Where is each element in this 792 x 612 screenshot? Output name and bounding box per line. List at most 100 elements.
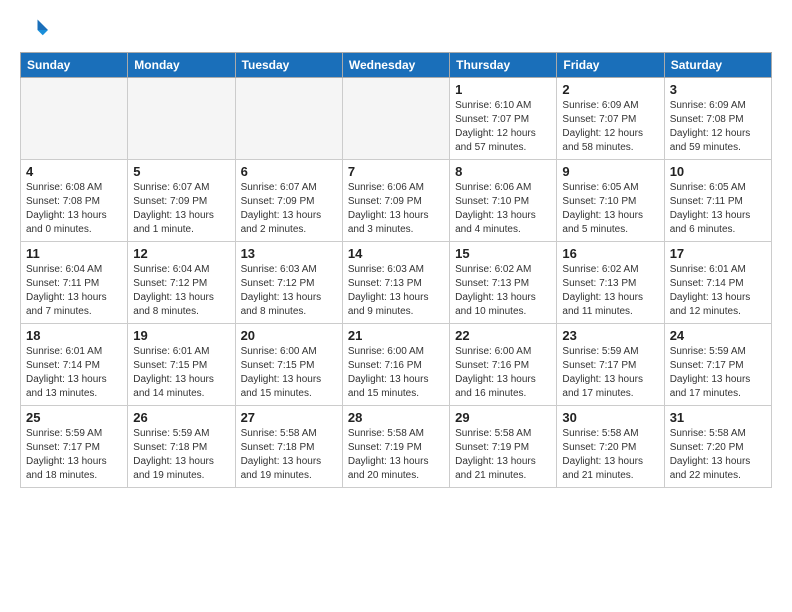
day-number: 20 [241, 328, 337, 343]
day-info: Sunrise: 6:04 AMSunset: 7:11 PMDaylight:… [26, 263, 122, 319]
day-number: 29 [455, 410, 551, 425]
day-cell: 31Sunrise: 5:58 AMSunset: 7:20 PMDayligh… [664, 406, 771, 488]
day-cell: 18 Sunrise: 6:01 AMSunset: 7:14 PMDayligh… [21, 324, 128, 406]
day-number: 25 [26, 410, 122, 425]
day-number: 14 [348, 246, 444, 261]
day-cell [235, 78, 342, 160]
day-info: Sunrise: 6:03 AMSunset: 7:12 PMDaylight:… [241, 263, 337, 319]
day-number: 31 [670, 410, 766, 425]
weekday-header-tuesday: Tuesday [235, 53, 342, 78]
day-number: 1 [455, 82, 551, 97]
day-info: Sunrise: 6:07 AMSunset: 7:09 PMDaylight:… [241, 181, 337, 237]
day-number: 24 [670, 328, 766, 343]
day-info: Sunrise: 6:00 AMSunset: 7:16 PMDaylight:… [455, 345, 551, 401]
day-number: 18 [26, 328, 122, 343]
weekday-header-friday: Friday [557, 53, 664, 78]
day-info: Sunrise: 6:10 AMSunset: 7:07 PMDaylight:… [455, 99, 551, 155]
day-cell: 20 Sunrise: 6:00 AMSunset: 7:15 PMDayligh… [235, 324, 342, 406]
day-number: 9 [562, 164, 658, 179]
week-row-5: 25 Sunrise: 5:59 AMSunset: 7:17 PMDayligh… [21, 406, 772, 488]
day-info: Sunrise: 5:59 AMSunset: 7:17 PMDaylight:… [26, 427, 122, 483]
day-number: 13 [241, 246, 337, 261]
day-info: Sunrise: 5:58 AMSunset: 7:20 PMDaylight:… [562, 427, 658, 483]
day-cell: 23 Sunrise: 5:59 AMSunset: 7:17 PMDayligh… [557, 324, 664, 406]
day-cell: 10 Sunrise: 6:05 AMSunset: 7:11 PMDayligh… [664, 160, 771, 242]
day-number: 21 [348, 328, 444, 343]
day-cell: 17 Sunrise: 6:01 AMSunset: 7:14 PMDayligh… [664, 242, 771, 324]
day-number: 2 [562, 82, 658, 97]
week-row-2: 4 Sunrise: 6:08 AMSunset: 7:08 PMDaylight… [21, 160, 772, 242]
day-cell: 15 Sunrise: 6:02 AMSunset: 7:13 PMDayligh… [450, 242, 557, 324]
day-cell: 13 Sunrise: 6:03 AMSunset: 7:12 PMDayligh… [235, 242, 342, 324]
day-cell: 30 Sunrise: 5:58 AMSunset: 7:20 PMDayligh… [557, 406, 664, 488]
day-cell: 21Sunrise: 6:00 AMSunset: 7:16 PMDayligh… [342, 324, 449, 406]
day-cell: 14 Sunrise: 6:03 AMSunset: 7:13 PMDayligh… [342, 242, 449, 324]
day-number: 6 [241, 164, 337, 179]
day-cell [128, 78, 235, 160]
day-number: 8 [455, 164, 551, 179]
day-cell: 7Sunrise: 6:06 AMSunset: 7:09 PMDaylight… [342, 160, 449, 242]
week-row-1: 1 Sunrise: 6:10 AMSunset: 7:07 PMDaylight… [21, 78, 772, 160]
day-number: 10 [670, 164, 766, 179]
week-row-3: 11 Sunrise: 6:04 AMSunset: 7:11 PMDayligh… [21, 242, 772, 324]
day-info: Sunrise: 5:58 AMSunset: 7:19 PMDaylight:… [348, 427, 444, 483]
day-number: 30 [562, 410, 658, 425]
weekday-header-row: SundayMondayTuesdayWednesdayThursdayFrid… [21, 53, 772, 78]
day-number: 5 [133, 164, 229, 179]
day-cell [342, 78, 449, 160]
day-cell: 4 Sunrise: 6:08 AMSunset: 7:08 PMDaylight… [21, 160, 128, 242]
day-info: Sunrise: 5:58 AMSunset: 7:18 PMDaylight:… [241, 427, 337, 483]
day-info: Sunrise: 6:05 AMSunset: 7:11 PMDaylight:… [670, 181, 766, 237]
day-cell: 6 Sunrise: 6:07 AMSunset: 7:09 PMDaylight… [235, 160, 342, 242]
day-cell: 24 Sunrise: 5:59 AMSunset: 7:17 PMDayligh… [664, 324, 771, 406]
week-row-4: 18 Sunrise: 6:01 AMSunset: 7:14 PMDayligh… [21, 324, 772, 406]
day-info: Sunrise: 6:06 AMSunset: 7:10 PMDaylight:… [455, 181, 551, 237]
day-cell: 28 Sunrise: 5:58 AMSunset: 7:19 PMDayligh… [342, 406, 449, 488]
day-number: 28 [348, 410, 444, 425]
day-cell: 8 Sunrise: 6:06 AMSunset: 7:10 PMDaylight… [450, 160, 557, 242]
day-cell: 5 Sunrise: 6:07 AMSunset: 7:09 PMDaylight… [128, 160, 235, 242]
logo-icon [20, 16, 48, 44]
day-number: 15 [455, 246, 551, 261]
weekday-header-sunday: Sunday [21, 53, 128, 78]
day-info: Sunrise: 5:59 AMSunset: 7:17 PMDaylight:… [562, 345, 658, 401]
day-number: 17 [670, 246, 766, 261]
day-cell: 12Sunrise: 6:04 AMSunset: 7:12 PMDayligh… [128, 242, 235, 324]
weekday-header-saturday: Saturday [664, 53, 771, 78]
day-info: Sunrise: 6:02 AMSunset: 7:13 PMDaylight:… [455, 263, 551, 319]
day-cell: 25 Sunrise: 5:59 AMSunset: 7:17 PMDayligh… [21, 406, 128, 488]
day-info: Sunrise: 6:03 AMSunset: 7:13 PMDaylight:… [348, 263, 444, 319]
header [20, 16, 772, 44]
day-info: Sunrise: 6:09 AMSunset: 7:08 PMDaylight:… [670, 99, 766, 155]
day-info: Sunrise: 5:59 AMSunset: 7:17 PMDaylight:… [670, 345, 766, 401]
day-info: Sunrise: 6:08 AMSunset: 7:08 PMDaylight:… [26, 181, 122, 237]
day-cell: 3 Sunrise: 6:09 AMSunset: 7:08 PMDaylight… [664, 78, 771, 160]
day-number: 7 [348, 164, 444, 179]
day-info: Sunrise: 5:58 AMSunset: 7:19 PMDaylight:… [455, 427, 551, 483]
day-cell: 29 Sunrise: 5:58 AMSunset: 7:19 PMDayligh… [450, 406, 557, 488]
day-cell: 26Sunrise: 5:59 AMSunset: 7:18 PMDayligh… [128, 406, 235, 488]
calendar: SundayMondayTuesdayWednesdayThursdayFrid… [20, 52, 772, 488]
day-info: Sunrise: 6:09 AMSunset: 7:07 PMDaylight:… [562, 99, 658, 155]
day-number: 23 [562, 328, 658, 343]
day-cell: 16Sunrise: 6:02 AMSunset: 7:13 PMDayligh… [557, 242, 664, 324]
day-number: 3 [670, 82, 766, 97]
day-info: Sunrise: 6:07 AMSunset: 7:09 PMDaylight:… [133, 181, 229, 237]
day-cell [21, 78, 128, 160]
day-info: Sunrise: 6:04 AMSunset: 7:12 PMDaylight:… [133, 263, 229, 319]
page: SundayMondayTuesdayWednesdayThursdayFrid… [0, 0, 792, 612]
day-number: 26 [133, 410, 229, 425]
weekday-header-monday: Monday [128, 53, 235, 78]
day-cell: 1 Sunrise: 6:10 AMSunset: 7:07 PMDaylight… [450, 78, 557, 160]
day-info: Sunrise: 6:00 AMSunset: 7:15 PMDaylight:… [241, 345, 337, 401]
day-cell: 11 Sunrise: 6:04 AMSunset: 7:11 PMDayligh… [21, 242, 128, 324]
day-number: 22 [455, 328, 551, 343]
day-info: Sunrise: 6:01 AMSunset: 7:14 PMDaylight:… [26, 345, 122, 401]
day-number: 11 [26, 246, 122, 261]
day-cell: 22 Sunrise: 6:00 AMSunset: 7:16 PMDayligh… [450, 324, 557, 406]
day-cell: 19Sunrise: 6:01 AMSunset: 7:15 PMDayligh… [128, 324, 235, 406]
day-number: 4 [26, 164, 122, 179]
day-info: Sunrise: 6:01 AMSunset: 7:14 PMDaylight:… [670, 263, 766, 319]
day-number: 16 [562, 246, 658, 261]
weekday-header-wednesday: Wednesday [342, 53, 449, 78]
